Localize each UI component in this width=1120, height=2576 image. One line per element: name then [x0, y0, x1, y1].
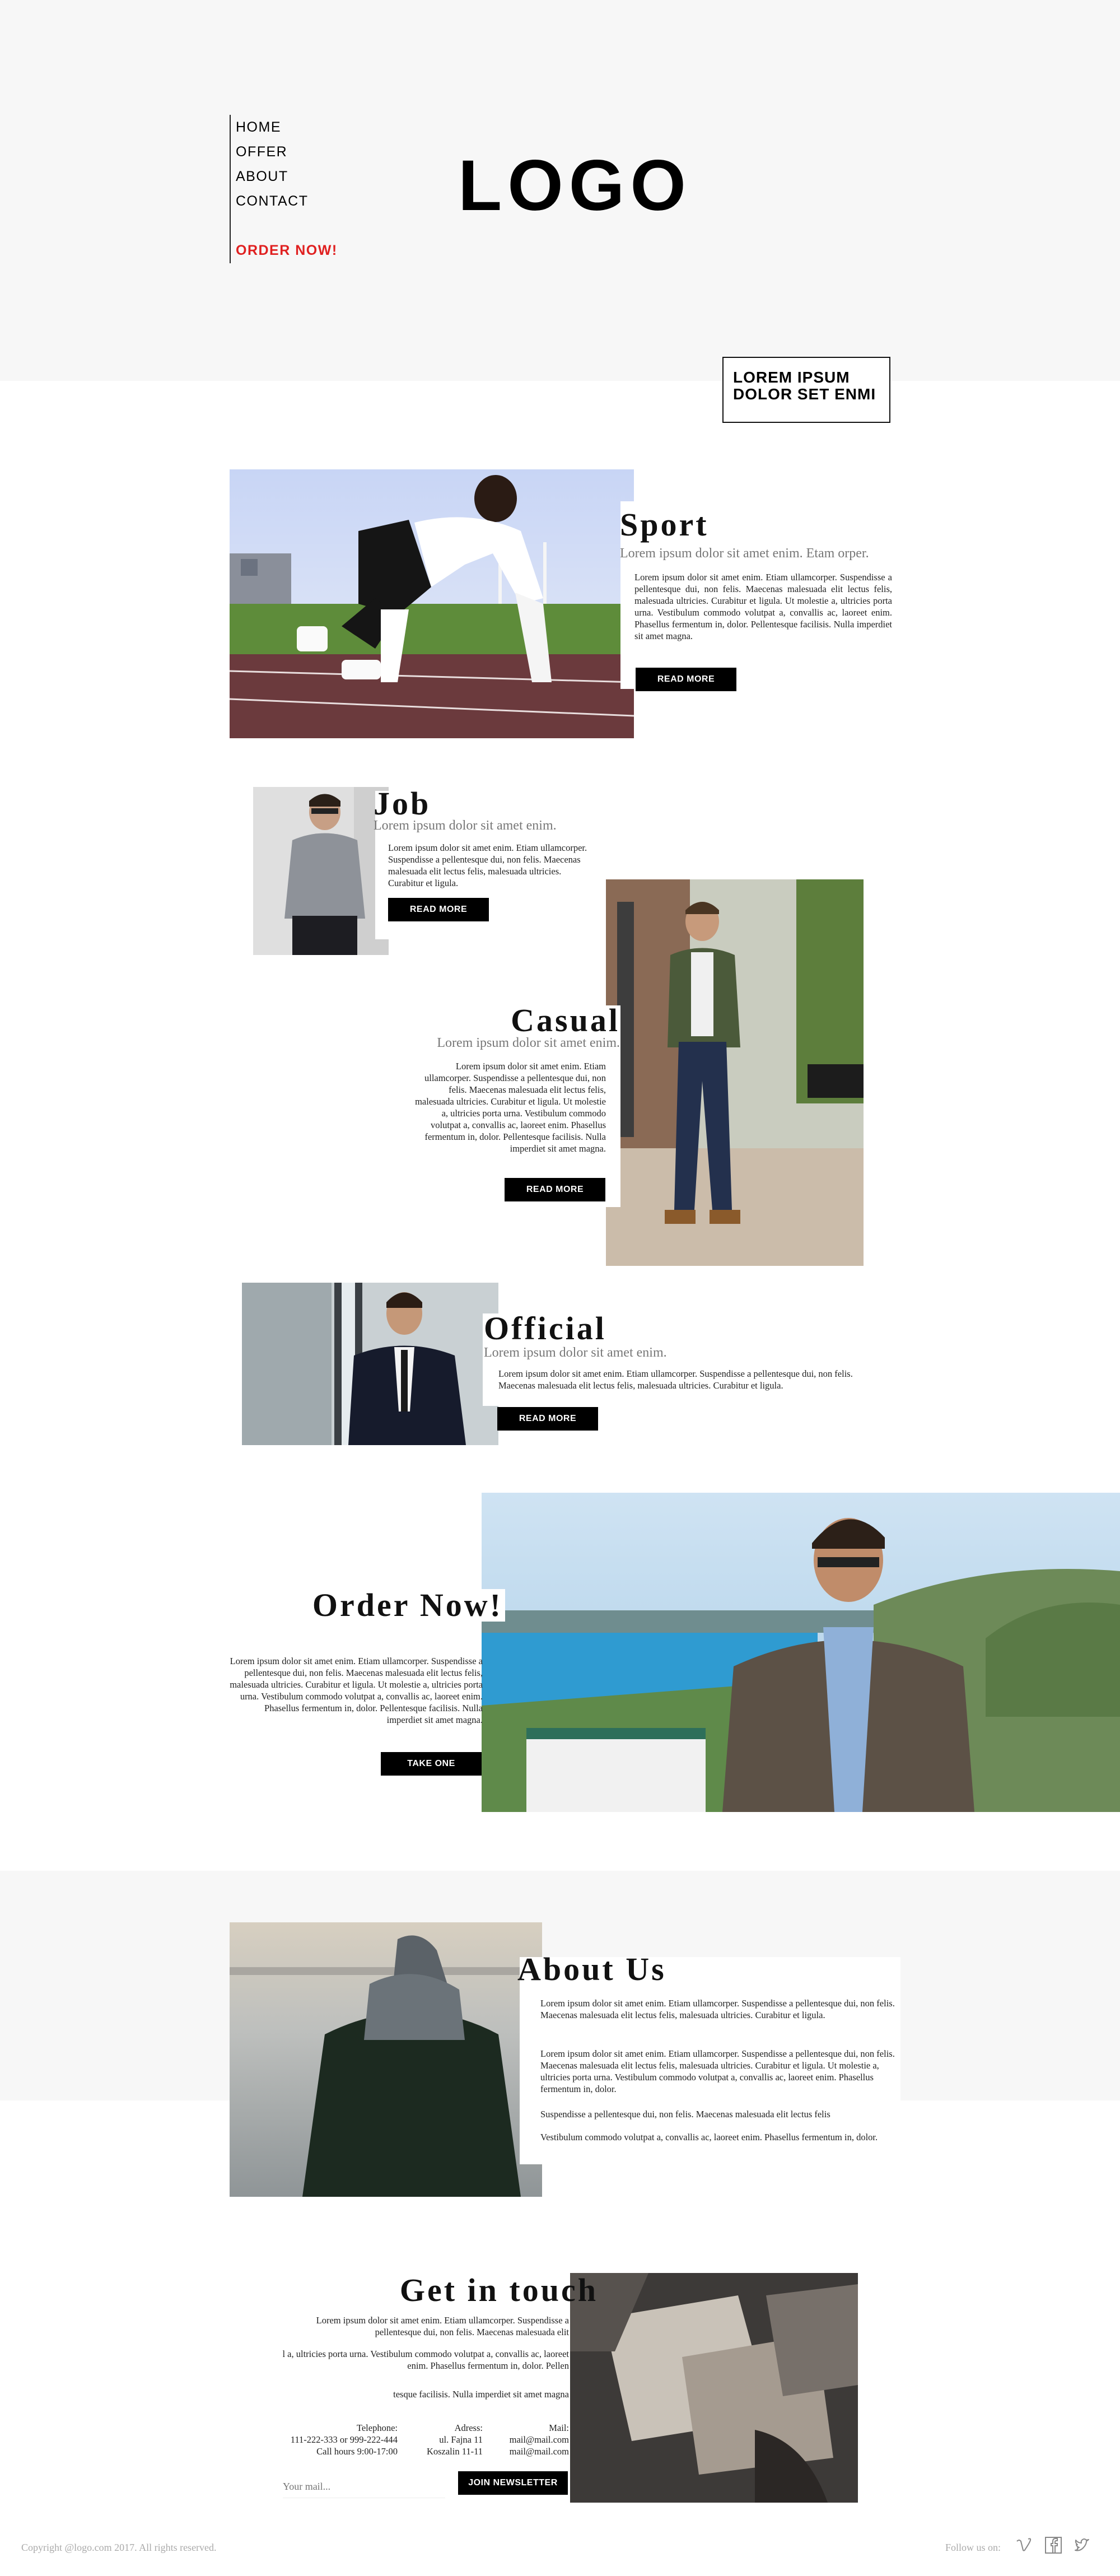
take-one-button[interactable]: TAKE ONE	[381, 1752, 482, 1776]
job-subtitle: Lorem ipsum dolor sit amet enim.	[374, 818, 557, 833]
about-photo	[230, 1922, 542, 2197]
contact-paragraph-3: tesque facilisis. Nulla imperdiet sit am…	[393, 2389, 569, 2400]
tagline-line-1: LOREM IPSUM	[733, 369, 850, 386]
sport-photo	[230, 469, 634, 738]
job-read-more-button[interactable]: READ MORE	[388, 898, 489, 921]
copyright-text: Copyright @logo.com 2017. All rights res…	[21, 2542, 217, 2553]
casual-body: Lorem ipsum dolor sit amet enim. Etiam u…	[415, 1061, 606, 1154]
official-body: Lorem ipsum dolor sit amet enim. Etiam u…	[498, 1368, 853, 1391]
about-paragraph-2: Lorem ipsum dolor sit amet enim. Etiam u…	[540, 2048, 895, 2094]
contact-photo	[570, 2273, 858, 2503]
newsletter-email-input[interactable]	[283, 2476, 445, 2498]
mail-line-1[interactable]: mail@mail.com	[487, 2434, 569, 2445]
order-title: Order Now!	[312, 1589, 505, 1622]
vimeo-icon[interactable]	[1015, 2536, 1034, 2555]
nav-home[interactable]: HOME	[236, 115, 375, 139]
tagline-box: LOREM IPSUM DOLOR SET ENMI	[722, 357, 890, 423]
about-paragraph-1: Lorem ipsum dolor sit amet enim. Etiam u…	[540, 1998, 895, 2020]
main-nav: HOME OFFER ABOUT CONTACT ORDER NOW!	[230, 115, 375, 263]
official-title: Official	[484, 1310, 606, 1347]
contact-paragraph-2: l a, ultricies porta urna. Vestibulum co…	[282, 2349, 569, 2371]
contact-title: Get in touch	[399, 2272, 598, 2308]
telephone-block: Telephone: 111-222-333 or 999-222-444 Ca…	[246, 2422, 398, 2457]
casual-read-more-button[interactable]: READ MORE	[505, 1178, 605, 1201]
join-newsletter-button[interactable]: JOIN NEWSLETTER	[458, 2471, 568, 2495]
address-line-2: Koszalin 11-11	[426, 2446, 483, 2457]
address-block: Adress: ul. Fajna 11 Koszalin 11-11	[403, 2422, 483, 2457]
casual-photo	[606, 879, 864, 1266]
job-title: Job	[374, 785, 431, 822]
follow-us-label: Follow us on:	[945, 2542, 1001, 2553]
official-photo	[242, 1283, 498, 1445]
sport-title: Sport	[620, 506, 709, 543]
telephone-label: Telephone:	[356, 2423, 398, 2433]
sport-body: Lorem ipsum dolor sit amet enim. Etiam u…	[634, 572, 892, 641]
about-title: About Us	[517, 1951, 666, 1987]
nav-about[interactable]: ABOUT	[236, 164, 375, 189]
twitter-icon[interactable]	[1073, 2536, 1092, 2555]
nav-contact[interactable]: CONTACT	[236, 189, 375, 213]
mail-block: Mail: mail@mail.com mail@mail.com	[487, 2422, 569, 2457]
order-photo	[482, 1493, 1120, 1812]
casual-title: Casual	[511, 1002, 620, 1038]
official-read-more-button[interactable]: READ MORE	[497, 1407, 598, 1431]
casual-subtitle: Lorem ipsum dolor sit amet enim.	[437, 1036, 620, 1050]
contact-paragraph-1: Lorem ipsum dolor sit amet enim. Etiam u…	[316, 2315, 569, 2337]
telephone-value[interactable]: 111-222-333 or 999-222-444	[246, 2434, 398, 2445]
site-logo[interactable]: LOGO	[458, 150, 692, 222]
call-hours: Call hours 9:00-17:00	[316, 2446, 398, 2457]
order-body: Lorem ipsum dolor sit amet enim. Etiam u…	[230, 1656, 483, 1725]
job-body: Lorem ipsum dolor sit amet enim. Etiam u…	[388, 842, 587, 888]
sport-subtitle: Lorem ipsum dolor sit amet enim. Etam or…	[620, 546, 869, 561]
job-photo	[253, 787, 389, 955]
facebook-icon[interactable]	[1044, 2536, 1063, 2555]
address-label: Adress:	[454, 2423, 483, 2433]
sport-read-more-button[interactable]: READ MORE	[636, 668, 736, 691]
nav-offer[interactable]: OFFER	[236, 139, 375, 164]
mail-line-2[interactable]: mail@mail.com	[487, 2445, 569, 2457]
mail-label: Mail:	[549, 2423, 569, 2433]
nav-order-now[interactable]: ORDER NOW!	[236, 238, 375, 263]
official-subtitle: Lorem ipsum dolor sit amet enim.	[484, 1345, 667, 1360]
social-icons	[1015, 2535, 1104, 2555]
about-paragraph-3: Suspendisse a pellentesque dui, non feli…	[540, 2109, 830, 2120]
address-line-1: ul. Fajna 11	[439, 2434, 483, 2445]
about-paragraph-4: Vestibulum commodo volutpat a, convallis…	[540, 2132, 878, 2142]
tagline-line-2: DOLOR SET ENMI	[733, 385, 876, 403]
